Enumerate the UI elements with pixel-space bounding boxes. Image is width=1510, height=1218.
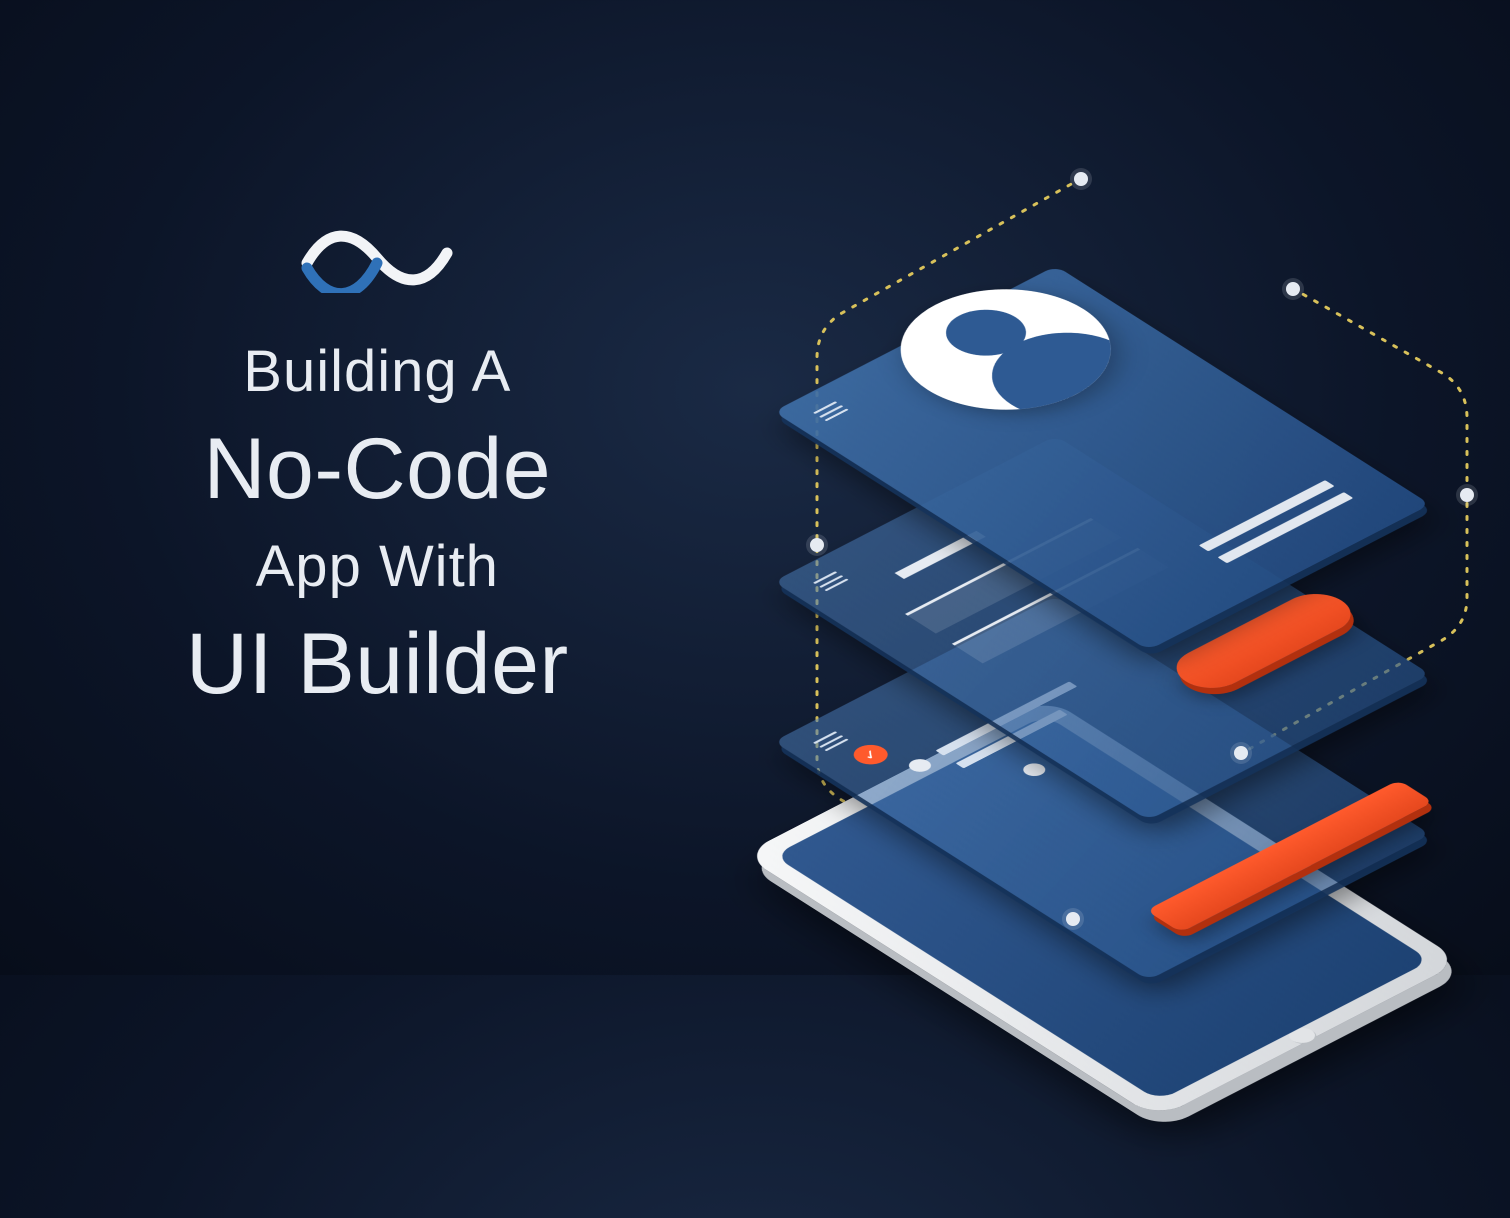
headline-line-3: App With xyxy=(186,528,569,606)
connector-node-icon xyxy=(1460,488,1474,502)
hamburger-menu-icon xyxy=(813,731,849,751)
checkmark-badge-icon: ✓ xyxy=(847,740,895,768)
isometric-stack: ✓ xyxy=(722,38,1482,938)
headline-line-1: Building A xyxy=(186,333,569,411)
connector-node-icon xyxy=(1066,912,1080,926)
hamburger-menu-icon xyxy=(813,571,849,591)
illustration-column: ✓ xyxy=(695,0,1510,975)
headline-line-2: No-Code xyxy=(186,411,569,527)
hamburger-menu-icon xyxy=(813,401,849,421)
avatar-icon xyxy=(858,264,1155,434)
connector-node-icon xyxy=(1286,282,1300,296)
connector-node-icon xyxy=(1234,746,1248,760)
headline: Building A No-Code App With UI Builder xyxy=(186,333,569,722)
backendless-wave-logo xyxy=(297,213,457,298)
connector-node-icon xyxy=(810,538,824,552)
text-column: Building A No-Code App With UI Builder xyxy=(0,0,695,975)
bullet-dot-icon xyxy=(905,756,936,774)
bullet-dot-icon xyxy=(1019,760,1050,778)
name-lines-placeholder xyxy=(1190,474,1354,563)
connector-node-icon xyxy=(1074,172,1088,186)
headline-line-4: UI Builder xyxy=(186,606,569,722)
hero-banner: Building A No-Code App With UI Builder xyxy=(0,0,1510,975)
profile-screen-layer xyxy=(1102,178,1482,738)
